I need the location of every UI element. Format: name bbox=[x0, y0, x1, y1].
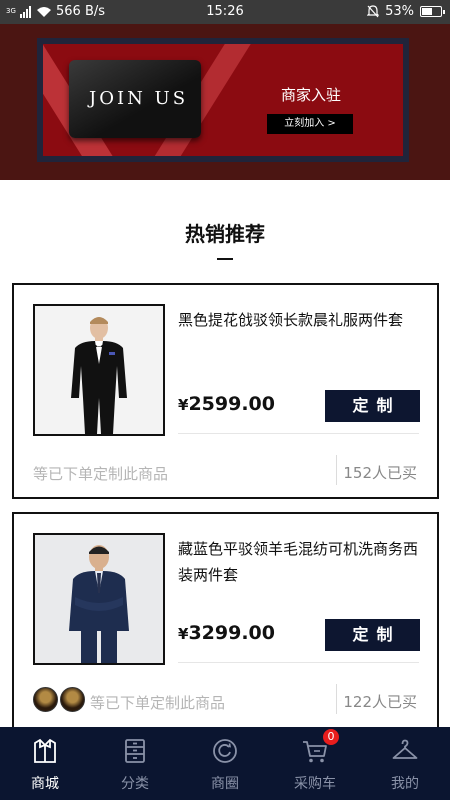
nav-item-cart[interactable]: 0 采购车 bbox=[270, 727, 360, 800]
nav-label: 分类 bbox=[121, 776, 149, 792]
join-card-text: JOIN US bbox=[89, 88, 189, 109]
nav-label: 采购车 bbox=[294, 776, 336, 792]
status-right: 53% bbox=[367, 4, 445, 19]
circle-refresh-icon bbox=[213, 739, 237, 763]
nav-item-category[interactable]: 分类 bbox=[90, 727, 180, 800]
price-value: 3299.00 bbox=[188, 622, 275, 644]
product-card[interactable]: 藏蓝色平驳领羊毛混纺可机洗商务西装两件套 ¥3299.00 定制 等已下单定制此… bbox=[12, 512, 439, 727]
currency-symbol: ¥ bbox=[178, 396, 189, 414]
product-price: ¥2599.00 bbox=[178, 393, 275, 415]
status-bar: 3G 566 B/s 15:26 53% bbox=[0, 0, 450, 24]
nav-label: 我的 bbox=[391, 776, 419, 792]
product-image[interactable] bbox=[33, 533, 165, 665]
cart-count-badge: 0 bbox=[323, 729, 339, 745]
section-title: 热销推荐 bbox=[185, 222, 265, 246]
cabinet-icon bbox=[125, 739, 145, 763]
bought-count: 152人已买 bbox=[343, 464, 417, 482]
bell-muted-icon bbox=[367, 5, 380, 18]
hanger-icon bbox=[392, 739, 418, 759]
merchant-join-title: 商家入驻 bbox=[281, 86, 342, 104]
suit-figure-icon bbox=[71, 317, 127, 434]
battery-percent: 53% bbox=[385, 4, 414, 19]
nav-label: 商圈 bbox=[211, 776, 239, 792]
bottom-nav: 商城 分类 商圈 0 采购车 我的 bbox=[0, 727, 450, 800]
nav-label: 商城 bbox=[31, 776, 59, 792]
customize-button[interactable]: 定制 bbox=[325, 390, 420, 422]
customize-button[interactable]: 定制 bbox=[325, 619, 420, 651]
divider bbox=[178, 433, 419, 434]
order-note: 等已下单定制此商品 bbox=[33, 465, 169, 483]
shirt-icon bbox=[34, 738, 56, 763]
banner-background: JOIN US 商家入驻 立刻加入 > bbox=[43, 44, 403, 156]
divider bbox=[336, 684, 337, 714]
nav-item-circle[interactable]: 商圈 bbox=[180, 727, 270, 800]
product-name[interactable]: 黑色提花戗驳领长款晨礼服两件套 bbox=[178, 307, 428, 333]
divider bbox=[336, 455, 337, 485]
product-image[interactable] bbox=[33, 304, 165, 436]
order-note: 等已下单定制此商品 bbox=[90, 694, 226, 712]
join-card-image: JOIN US bbox=[69, 60, 201, 138]
nav-item-mine[interactable]: 我的 bbox=[360, 727, 450, 800]
battery-icon bbox=[420, 6, 445, 17]
suit-figure-icon bbox=[69, 545, 129, 663]
battery-level-fill bbox=[422, 8, 432, 15]
avatar bbox=[60, 687, 85, 712]
product-price: ¥3299.00 bbox=[178, 622, 275, 644]
avatar bbox=[33, 687, 58, 712]
buyer-avatars bbox=[33, 687, 85, 712]
title-underline bbox=[217, 258, 233, 260]
product-card[interactable]: 黑色提花戗驳领长款晨礼服两件套 ¥2599.00 定制 等已下单定制此商品 15… bbox=[12, 283, 439, 499]
nav-item-mall[interactable]: 商城 bbox=[0, 727, 90, 800]
divider bbox=[178, 662, 419, 663]
product-name[interactable]: 藏蓝色平驳领羊毛混纺可机洗商务西装两件套 bbox=[178, 536, 428, 588]
banner-frame: JOIN US 商家入驻 立刻加入 > bbox=[37, 38, 409, 162]
price-value: 2599.00 bbox=[188, 393, 275, 415]
merchant-banner[interactable]: JOIN US 商家入驻 立刻加入 > bbox=[0, 24, 450, 180]
bought-count: 122人已买 bbox=[343, 693, 417, 711]
currency-symbol: ¥ bbox=[178, 625, 189, 643]
join-now-button[interactable]: 立刻加入 > bbox=[267, 114, 353, 134]
